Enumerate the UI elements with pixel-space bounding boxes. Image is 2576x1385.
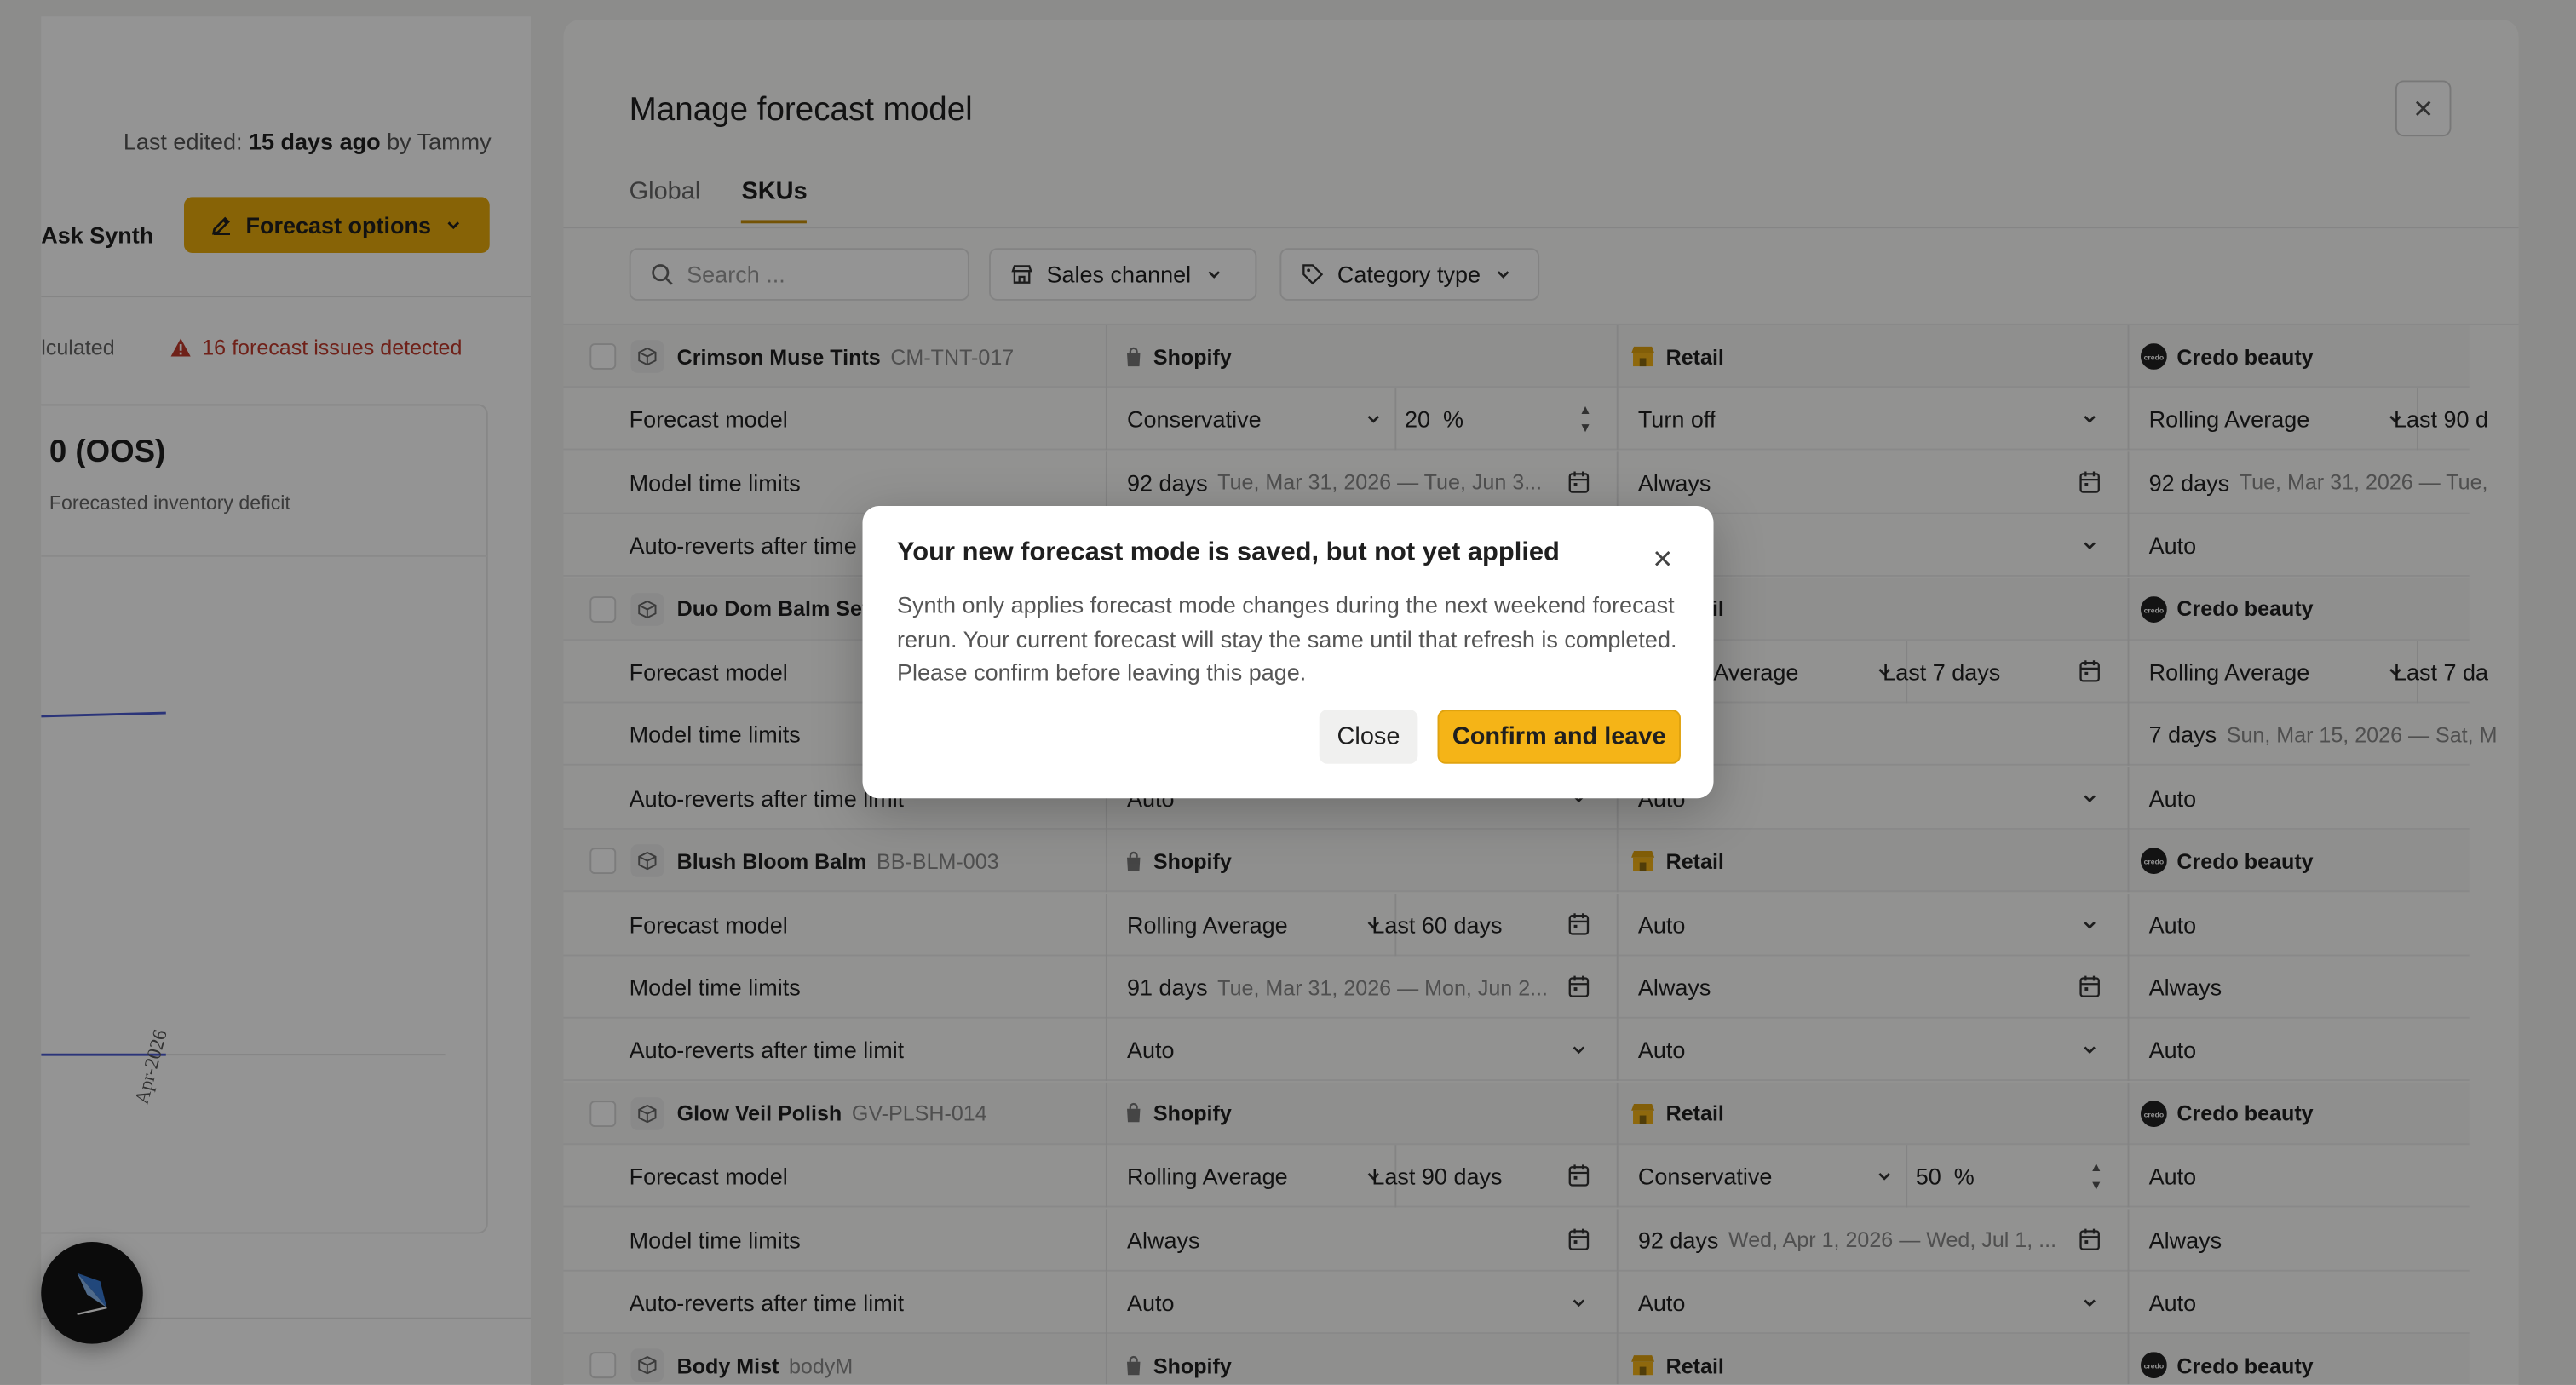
dialog-title: Your new forecast mode is saved, but not… xyxy=(897,538,1560,567)
close-icon xyxy=(1653,549,1672,568)
confirm-and-leave-button[interactable]: Confirm and leave xyxy=(1437,710,1681,764)
dialog-close-button[interactable] xyxy=(1647,543,1677,573)
close-button[interactable]: Close xyxy=(1319,710,1418,764)
dialog-body: Synth only applies forecast mode changes… xyxy=(897,591,1677,686)
unsaved-changes-dialog: Your new forecast mode is saved, but not… xyxy=(862,506,1714,799)
